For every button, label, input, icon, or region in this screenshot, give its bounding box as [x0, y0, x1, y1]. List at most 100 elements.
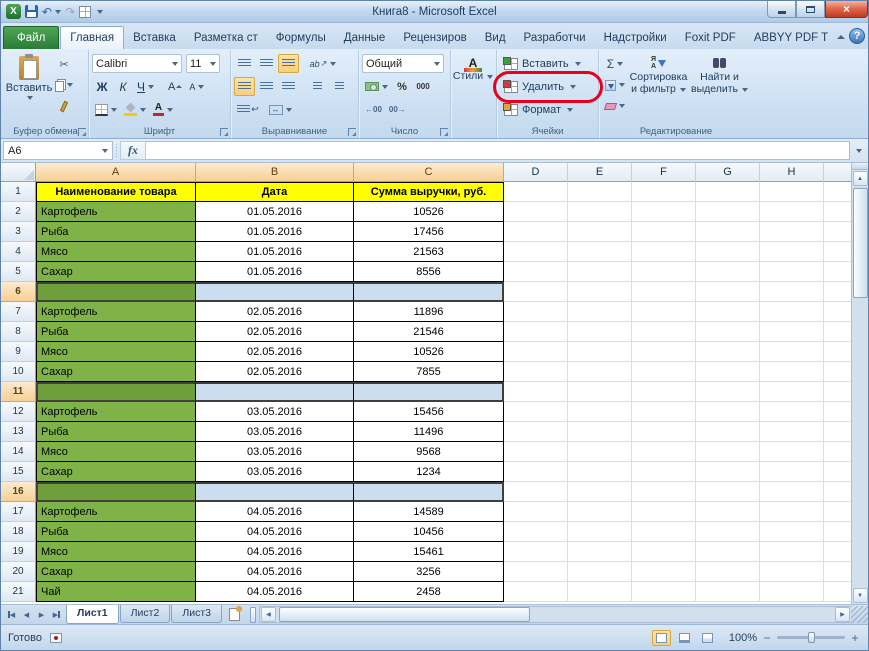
- cell[interactable]: [632, 442, 696, 462]
- cell[interactable]: [696, 442, 760, 462]
- scroll-left-button[interactable]: ◀: [261, 607, 276, 622]
- paste-button[interactable]: Вставить: [6, 52, 52, 125]
- cell[interactable]: [824, 462, 851, 482]
- cell[interactable]: [696, 282, 760, 302]
- cell[interactable]: [632, 242, 696, 262]
- cell[interactable]: [632, 582, 696, 602]
- cell[interactable]: 02.05.2016: [196, 362, 354, 382]
- row-header[interactable]: 21: [1, 582, 36, 602]
- bold-button[interactable]: Ж: [92, 77, 112, 97]
- cell[interactable]: Чай: [36, 582, 196, 602]
- first-sheet-button[interactable]: ◀: [4, 607, 19, 622]
- find-select-button[interactable]: Найти и выделить: [689, 52, 750, 125]
- cell[interactable]: [504, 522, 568, 542]
- cell[interactable]: [504, 402, 568, 422]
- cell[interactable]: Картофель: [36, 202, 196, 222]
- cell[interactable]: [760, 502, 824, 522]
- cell[interactable]: Рыба: [36, 222, 196, 242]
- zoom-in-button[interactable]: +: [849, 631, 861, 645]
- cell[interactable]: [632, 562, 696, 582]
- cell[interactable]: [504, 322, 568, 342]
- cell[interactable]: [760, 182, 824, 202]
- cell[interactable]: [760, 362, 824, 382]
- ribbon-tab[interactable]: Разметка ст: [185, 27, 267, 49]
- cell[interactable]: [632, 482, 696, 502]
- cell[interactable]: [696, 322, 760, 342]
- help-button[interactable]: ?: [849, 28, 865, 44]
- cell[interactable]: [824, 282, 851, 302]
- column-header[interactable]: G: [696, 163, 760, 182]
- cell[interactable]: Сахар: [36, 462, 196, 482]
- cell[interactable]: [568, 502, 632, 522]
- cell[interactable]: [504, 362, 568, 382]
- cell[interactable]: [696, 202, 760, 222]
- cell[interactable]: [568, 182, 632, 202]
- cell[interactable]: [824, 362, 851, 382]
- prev-sheet-button[interactable]: ◀: [19, 607, 34, 622]
- cell[interactable]: [504, 342, 568, 362]
- cell[interactable]: [632, 182, 696, 202]
- next-sheet-button[interactable]: ▶: [34, 607, 49, 622]
- row-header[interactable]: 8: [1, 322, 36, 342]
- tab-splitter[interactable]: [250, 607, 256, 623]
- ribbon-tab[interactable]: ABBYY PDF T: [745, 27, 837, 49]
- cell[interactable]: 01.05.2016: [196, 262, 354, 282]
- align-bottom-button[interactable]: [278, 54, 299, 73]
- cell[interactable]: [504, 482, 568, 502]
- row-header[interactable]: 14: [1, 442, 36, 462]
- cell[interactable]: [196, 482, 354, 502]
- vertical-scrollbar[interactable]: ▲ ▼: [851, 163, 868, 604]
- cell[interactable]: [36, 482, 196, 502]
- formula-bar-expand-button[interactable]: [850, 141, 866, 160]
- cell[interactable]: [504, 502, 568, 522]
- cell[interactable]: [504, 382, 568, 402]
- sheet-tab[interactable]: Лист1: [66, 605, 119, 624]
- cell[interactable]: [632, 282, 696, 302]
- formula-bar-splitter[interactable]: [113, 144, 120, 157]
- zoom-out-button[interactable]: −: [761, 631, 773, 645]
- cell[interactable]: [632, 462, 696, 482]
- dialog-launcher-icon[interactable]: [440, 128, 448, 136]
- cell[interactable]: [504, 302, 568, 322]
- cell[interactable]: [696, 222, 760, 242]
- clear-button[interactable]: [602, 96, 628, 116]
- cell[interactable]: 02.05.2016: [196, 302, 354, 322]
- cell[interactable]: [504, 562, 568, 582]
- ribbon-tab[interactable]: Файл: [3, 26, 59, 49]
- page-break-view-button[interactable]: [698, 630, 717, 646]
- row-header[interactable]: 20: [1, 562, 36, 582]
- cell[interactable]: [632, 542, 696, 562]
- cell[interactable]: Сахар: [36, 262, 196, 282]
- cell[interactable]: Мясо: [36, 242, 196, 262]
- cell[interactable]: [760, 222, 824, 242]
- cell[interactable]: [354, 482, 504, 502]
- cell[interactable]: [568, 342, 632, 362]
- cell[interactable]: [760, 242, 824, 262]
- cell[interactable]: [760, 382, 824, 402]
- number-format-select[interactable]: Общий: [362, 54, 444, 73]
- row-header[interactable]: 13: [1, 422, 36, 442]
- minimize-button[interactable]: [767, 1, 796, 18]
- cell[interactable]: Мясо: [36, 342, 196, 362]
- font-name-select[interactable]: Calibri: [92, 54, 182, 73]
- align-middle-button[interactable]: [256, 54, 277, 73]
- cell[interactable]: [568, 262, 632, 282]
- cell[interactable]: [824, 582, 851, 602]
- cell[interactable]: Рыба: [36, 422, 196, 442]
- cell[interactable]: [696, 522, 760, 542]
- row-header[interactable]: 1: [1, 182, 36, 202]
- wrap-text-button[interactable]: ↩: [234, 100, 262, 119]
- ribbon-tab[interactable]: Формулы: [267, 27, 335, 49]
- qat-customize-button[interactable]: [95, 10, 103, 14]
- row-header[interactable]: 4: [1, 242, 36, 262]
- cell[interactable]: [696, 362, 760, 382]
- last-sheet-button[interactable]: ▶: [49, 607, 64, 622]
- cell[interactable]: [504, 282, 568, 302]
- row-header[interactable]: 11: [1, 382, 36, 402]
- dialog-launcher-icon[interactable]: [220, 128, 228, 136]
- ribbon-tab[interactable]: Foxit PDF: [676, 27, 745, 49]
- cell[interactable]: Картофель: [36, 402, 196, 422]
- close-button[interactable]: ×: [825, 1, 868, 18]
- column-header[interactable]: E: [568, 163, 632, 182]
- cell[interactable]: [760, 442, 824, 462]
